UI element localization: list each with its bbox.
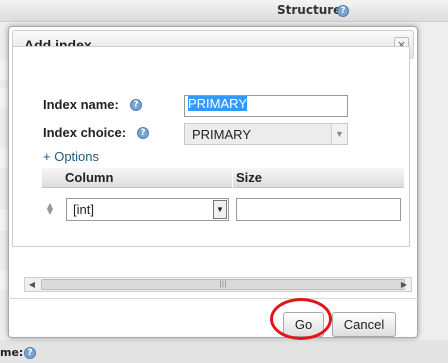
drag-handle-icon[interactable]: ▲ ▼ [46, 202, 54, 216]
options-link[interactable]: + Options [43, 149, 99, 164]
dialog-footer-divider [8, 298, 418, 299]
index-choice-label: Index choice: [43, 125, 127, 140]
annotation-circle [270, 298, 332, 340]
help-icon[interactable]: ? [24, 347, 36, 359]
size-header: Size [236, 170, 263, 185]
size-input[interactable] [236, 198, 401, 221]
chevron-right-icon[interactable]: ▶ [397, 278, 411, 291]
chevron-down-icon: ▼ [331, 124, 347, 144]
background-header [0, 0, 448, 22]
column-header: Column [65, 170, 114, 185]
chevron-left-icon[interactable]: ◀ [25, 278, 39, 291]
help-icon[interactable]: ? [137, 127, 149, 139]
structure-heading: Structure [277, 3, 342, 17]
background-footer [0, 340, 448, 363]
index-choice-select[interactable]: PRIMARY ▼ [184, 123, 348, 145]
help-icon[interactable]: ? [130, 99, 142, 111]
column-select[interactable]: [int] ▼ [66, 198, 229, 221]
scrollbar-thumb[interactable]: ||| [41, 279, 405, 290]
cancel-button[interactable]: Cancel [332, 312, 396, 337]
column-value: [int] [73, 202, 94, 217]
background-label-fragment: me: [0, 346, 24, 359]
columns-table-header: Column Size [42, 168, 404, 188]
horizontal-scrollbar[interactable]: ◀ ||| ▶ [24, 277, 412, 292]
index-name-input[interactable]: PRIMARY [184, 95, 348, 117]
help-icon[interactable]: ? [337, 5, 349, 17]
index-name-value: PRIMARY [188, 96, 247, 111]
index-name-label: Index name: [43, 97, 119, 112]
index-choice-value: PRIMARY [192, 127, 251, 142]
chevron-down-icon: ▼ [213, 200, 227, 219]
header-divider [232, 168, 233, 188]
